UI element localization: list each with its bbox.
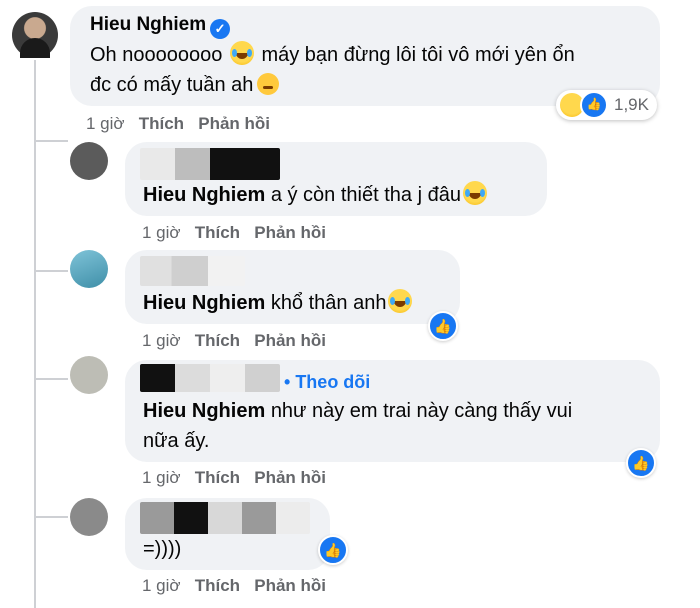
reply-actions: 1 giờ Thích Phản hồi — [142, 223, 326, 243]
reply-button[interactable]: Phản hồi — [254, 576, 326, 595]
reaction-count: 1,9K — [614, 95, 649, 114]
reaction-summary[interactable]: 👍 1,9K — [556, 90, 657, 120]
like-thumb-icon: 👍 — [580, 91, 608, 119]
comment-text-part2: máy bạn đừng lôi tôi vô mới yên ổn — [261, 44, 575, 66]
reply-message-cont: nữa ấy. — [143, 430, 210, 452]
reply-message: như này em trai này càng thấy vui — [270, 400, 573, 422]
verified-badge-icon: ✓ — [210, 19, 231, 39]
thread-branch — [34, 270, 68, 272]
reply-button[interactable]: Phản hồi — [198, 114, 270, 133]
reply-time[interactable]: 1 giờ — [142, 576, 181, 595]
reply-avatar[interactable] — [70, 498, 108, 536]
like-button[interactable]: Thích — [139, 114, 184, 133]
follow-label[interactable]: Theo dõi — [295, 372, 370, 392]
redacted-name — [140, 256, 245, 286]
author-name-text[interactable]: Hieu Nghiem — [90, 14, 206, 35]
reply-avatar[interactable] — [70, 142, 108, 180]
reply-avatar[interactable] — [70, 356, 108, 394]
like-button[interactable]: Thích — [195, 468, 240, 487]
haha-emoji-icon — [388, 289, 413, 313]
smirk-emoji-icon — [257, 73, 280, 95]
mention-link[interactable]: Hieu Nghiem — [143, 400, 265, 422]
reply-time[interactable]: 1 giờ — [142, 468, 181, 487]
mention-link[interactable]: Hieu Nghiem — [143, 184, 265, 206]
comment-author-name[interactable]: Hieu Nghiem ✓ — [90, 14, 231, 39]
reply-button[interactable]: Phản hồi — [254, 331, 326, 350]
dot-separator: • — [284, 372, 296, 392]
reply-text: =)))) — [143, 534, 181, 564]
main-comment-text-line2: đc có mấy tuần ah — [90, 70, 280, 100]
author-avatar[interactable] — [12, 12, 58, 58]
thread-branch — [34, 516, 68, 518]
reply-text: Hieu Nghiem như này em trai này càng thấ… — [143, 396, 643, 426]
comment-time[interactable]: 1 giờ — [86, 114, 125, 133]
like-thumb-icon[interactable]: 👍 — [626, 448, 656, 478]
like-button[interactable]: Thích — [195, 223, 240, 242]
reply-avatar[interactable] — [70, 250, 108, 288]
reply-message: khổ thân anh — [270, 292, 387, 314]
reply-text: Hieu Nghiem a ý còn thiết tha j đâu — [143, 180, 489, 210]
reply-button[interactable]: Phản hồi — [254, 223, 326, 242]
reply-message: a ý còn thiết tha j đâu — [270, 184, 461, 206]
thread-branch — [34, 378, 68, 380]
redacted-name — [140, 148, 280, 180]
main-comment-actions: 1 giờ Thích Phản hồi — [86, 114, 270, 134]
comment-text-part3: đc có mấy tuần ah — [90, 74, 254, 96]
like-thumb-icon[interactable]: 👍 — [428, 311, 458, 341]
mention-link[interactable]: Hieu Nghiem — [143, 292, 265, 314]
like-button[interactable]: Thích — [195, 576, 240, 595]
reply-actions: 1 giờ Thích Phản hồi — [142, 468, 326, 488]
reply-actions: 1 giờ Thích Phản hồi — [142, 576, 326, 596]
follow-link[interactable]: • Theo dõi — [284, 372, 370, 393]
thread-line — [34, 60, 36, 608]
haha-emoji-icon — [462, 181, 487, 205]
redacted-name — [140, 502, 310, 534]
reply-button[interactable]: Phản hồi — [254, 468, 326, 487]
redacted-name — [140, 364, 280, 392]
like-button[interactable]: Thích — [195, 331, 240, 350]
haha-emoji-icon — [229, 41, 254, 65]
comment-text-part1: Oh noooooooo — [90, 44, 223, 66]
reply-time[interactable]: 1 giờ — [142, 223, 181, 242]
reply-message: =)))) — [143, 538, 182, 560]
reply-actions: 1 giờ Thích Phản hồi — [142, 331, 326, 351]
reply-time[interactable]: 1 giờ — [142, 331, 181, 350]
thread-branch — [34, 140, 68, 142]
reply-text: Hieu Nghiem khổ thân anh — [143, 288, 414, 318]
main-comment-text: Oh noooooooo máy bạn đừng lôi tôi vô mới… — [90, 40, 650, 70]
reply-text-line2: nữa ấy. — [143, 426, 209, 456]
like-thumb-icon[interactable]: 👍 — [318, 535, 348, 565]
